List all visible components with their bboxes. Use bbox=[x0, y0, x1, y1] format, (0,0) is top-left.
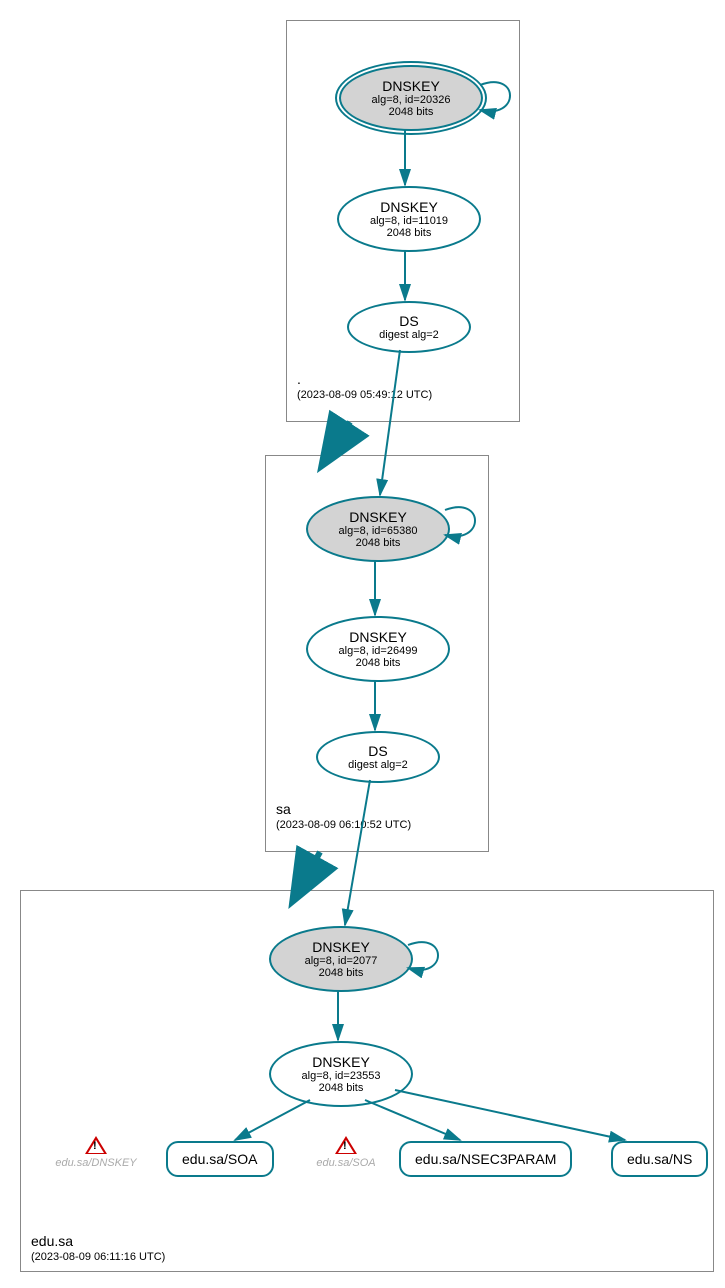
zone-label-sa: sa (2023-08-09 06:10:52 UTC) bbox=[276, 801, 411, 831]
node-line1: alg=8, id=20326 bbox=[372, 94, 451, 106]
node-title: DS bbox=[399, 313, 418, 329]
zone-timestamp: (2023-08-09 06:10:52 UTC) bbox=[276, 819, 411, 831]
diagram-container: DNSKEY alg=8, id=20326 2048 bits DNSKEY … bbox=[10, 10, 715, 1270]
node-line1: digest alg=2 bbox=[379, 329, 439, 341]
node-line1: digest alg=2 bbox=[348, 759, 408, 771]
zone-timestamp: (2023-08-09 05:49:12 UTC) bbox=[297, 389, 432, 401]
node-title: DS bbox=[368, 743, 387, 759]
node-line1: alg=8, id=11019 bbox=[370, 215, 448, 227]
node-line2: 2048 bits bbox=[319, 1082, 364, 1094]
node-title: DNSKEY bbox=[349, 509, 407, 525]
zone-timestamp: (2023-08-09 06:11:16 UTC) bbox=[31, 1251, 165, 1263]
record-ns: edu.sa/NS bbox=[611, 1141, 708, 1177]
dnskey-sa-ksk: DNSKEY alg=8, id=65380 2048 bits bbox=[306, 496, 450, 562]
zone-name: edu.sa bbox=[31, 1233, 165, 1249]
warning-label: edu.sa/DNSKEY bbox=[41, 1157, 151, 1169]
rrbox-soa: edu.sa/SOA bbox=[166, 1141, 274, 1177]
dnskey-edusa-ksk: DNSKEY alg=8, id=2077 2048 bits bbox=[269, 926, 413, 992]
zone-name: . bbox=[297, 371, 432, 387]
warning-soa: edu.sa/SOA bbox=[301, 1136, 391, 1169]
record-nsec3param: edu.sa/NSEC3PARAM bbox=[399, 1141, 572, 1177]
node-line2: 2048 bits bbox=[356, 537, 401, 549]
warning-icon bbox=[85, 1136, 107, 1154]
node-line2: 2048 bits bbox=[389, 106, 434, 118]
warning-icon bbox=[335, 1136, 357, 1154]
record-soa: edu.sa/SOA bbox=[166, 1141, 274, 1177]
node-line1: alg=8, id=23553 bbox=[302, 1070, 381, 1082]
warning-dnskey: edu.sa/DNSKEY bbox=[41, 1136, 151, 1169]
node-line1: alg=8, id=65380 bbox=[339, 525, 418, 537]
node-line1: alg=8, id=26499 bbox=[339, 645, 418, 657]
zone-name: sa bbox=[276, 801, 411, 817]
node-title: DNSKEY bbox=[312, 939, 370, 955]
ds-sa: DS digest alg=2 bbox=[316, 731, 440, 783]
rrbox-ns: edu.sa/NS bbox=[611, 1141, 708, 1177]
warning-label: edu.sa/SOA bbox=[301, 1157, 391, 1169]
node-line1: alg=8, id=2077 bbox=[305, 955, 378, 967]
dnskey-edusa-zsk: DNSKEY alg=8, id=23553 2048 bits bbox=[269, 1041, 413, 1107]
node-title: DNSKEY bbox=[312, 1054, 370, 1070]
node-line2: 2048 bits bbox=[319, 967, 364, 979]
zone-root: DNSKEY alg=8, id=20326 2048 bits DNSKEY … bbox=[286, 20, 520, 422]
dnskey-sa-zsk: DNSKEY alg=8, id=26499 2048 bits bbox=[306, 616, 450, 682]
node-title: DNSKEY bbox=[349, 629, 407, 645]
ds-root: DS digest alg=2 bbox=[347, 301, 471, 353]
node-line2: 2048 bits bbox=[387, 227, 432, 239]
dnskey-root-ksk: DNSKEY alg=8, id=20326 2048 bits bbox=[335, 61, 487, 135]
zone-edusa: DNSKEY alg=8, id=2077 2048 bits DNSKEY a… bbox=[20, 890, 714, 1272]
node-title: DNSKEY bbox=[382, 78, 440, 94]
node-line2: 2048 bits bbox=[356, 657, 401, 669]
dnskey-root-zsk: DNSKEY alg=8, id=11019 2048 bits bbox=[337, 186, 481, 252]
node-title: DNSKEY bbox=[380, 199, 438, 215]
rrbox-nsec3: edu.sa/NSEC3PARAM bbox=[399, 1141, 572, 1177]
zone-sa: DNSKEY alg=8, id=65380 2048 bits DNSKEY … bbox=[265, 455, 489, 852]
zone-label-edusa: edu.sa (2023-08-09 06:11:16 UTC) bbox=[31, 1233, 165, 1263]
zone-label-root: . (2023-08-09 05:49:12 UTC) bbox=[297, 371, 432, 401]
